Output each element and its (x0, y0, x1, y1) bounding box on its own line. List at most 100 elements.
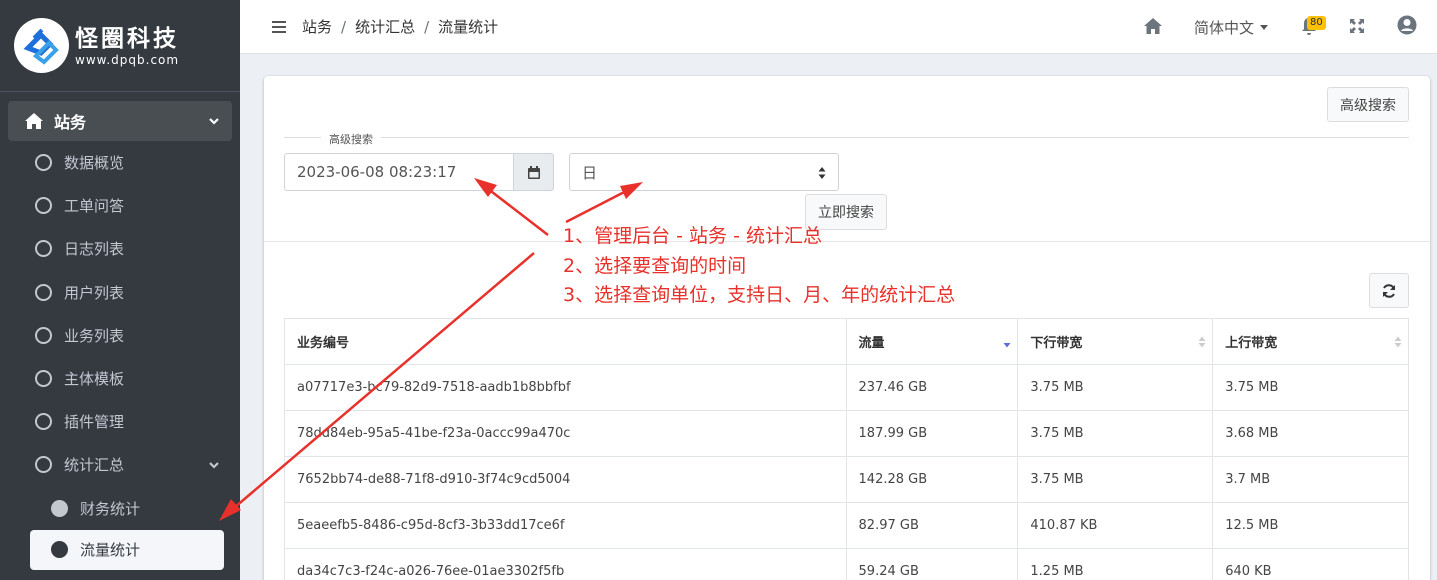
sidebar-item-services[interactable]: 业务列表 (8, 314, 232, 357)
calendar-icon (527, 165, 540, 179)
sidebar-item-label: 业务列表 (64, 326, 125, 345)
circle-icon (35, 283, 52, 301)
sidebar-item-logs[interactable]: 日志列表 (8, 227, 232, 270)
sidebar-item-label: 工单问答 (64, 197, 125, 216)
brand-url: www.dpqb.com (75, 52, 180, 67)
calendar-button[interactable] (514, 153, 554, 191)
column-label: 下行带宽 (1030, 336, 1083, 351)
chevron-down-icon (209, 118, 219, 125)
table-row: da34c7c3-f24c-a026-76ee-01ae3302f5fb 59.2… (284, 548, 1409, 580)
cell-uplink: 12.5 MB (1212, 502, 1409, 549)
notification-badge: 80 (1307, 16, 1326, 30)
sidebar-item-overview[interactable]: 数据概览 (8, 141, 232, 184)
circle-icon (35, 413, 52, 431)
circle-icon (35, 456, 52, 474)
logo-icon (14, 18, 69, 73)
unit-select[interactable]: 日 (569, 153, 839, 191)
cell-traffic: 237.46 GB (845, 364, 1019, 411)
traffic-stats-card: 高级搜索 高级搜索 2023-06-08 08:23:17 日 立即搜索 业务编… (264, 76, 1430, 580)
language-dropdown[interactable]: 简体中文 (1194, 17, 1269, 38)
cell-uplink: 640 KB (1212, 548, 1409, 580)
table-row: 5eaeefb5-8486-c95d-8cf3-3b33dd17ce6f 82.9… (284, 502, 1409, 549)
cell-service-id: da34c7c3-f24c-a026-76ee-01ae3302f5fb (284, 548, 847, 580)
cell-traffic: 142.28 GB (845, 456, 1019, 503)
sidebar-item-finance-stats[interactable]: 财务统计 (8, 487, 232, 530)
table-row: 78dd84eb-95a5-41be-f23a-0accc99a470c 187.… (284, 410, 1409, 457)
fieldset-divider (284, 137, 1409, 138)
menu-toggle-icon[interactable] (272, 20, 286, 33)
sidebar-item-users[interactable]: 用户列表 (8, 271, 232, 314)
caret-down-icon (1260, 25, 1269, 30)
cell-downlink: 3.75 MB (1017, 410, 1214, 457)
breadcrumb: 站务 / 统计汇总 / 流量统计 (302, 16, 498, 37)
table-row: a07717e3-bc79-82d9-7518-aadb1b8bbfbf 237.… (284, 364, 1409, 411)
column-header-traffic[interactable]: 流量 (845, 318, 1019, 365)
unit-select-value: 日 (582, 163, 598, 182)
circle-icon (35, 154, 52, 172)
top-navbar: 站务 / 统计汇总 / 流量统计 简体中文 80 (240, 0, 1437, 54)
sidebar-item-label: 财务统计 (80, 499, 141, 518)
sidebar-item-label: 日志列表 (64, 240, 125, 259)
sidebar-item-traffic-stats[interactable]: 流量统计 (30, 529, 224, 570)
language-label: 简体中文 (1194, 19, 1255, 37)
circle-icon (35, 197, 52, 215)
breadcrumb-separator: / (341, 17, 347, 36)
column-label: 上行带宽 (1225, 336, 1278, 351)
sidebar-item-label: 流量统计 (80, 541, 141, 559)
brand-name: 怪圈科技 (75, 25, 179, 52)
column-label: 业务编号 (297, 336, 350, 351)
cell-downlink: 3.75 MB (1017, 456, 1214, 503)
column-header-uplink[interactable]: 上行带宽 (1212, 318, 1409, 365)
cell-service-id: a07717e3-bc79-82d9-7518-aadb1b8bbfbf (284, 364, 847, 411)
cell-service-id: 5eaeefb5-8486-c95d-8cf3-3b33dd17ce6f (284, 502, 847, 549)
dot-icon (51, 541, 68, 558)
sidebar-item-label: 用户列表 (64, 283, 125, 302)
sidebar-item-templates[interactable]: 主体模板 (8, 357, 232, 400)
annotation-step-2: 2、选择要查询的时间 (563, 255, 747, 277)
datetime-input[interactable]: 2023-06-08 08:23:17 (284, 153, 514, 191)
sidebar-item-tickets[interactable]: 工单问答 (8, 184, 232, 227)
sort-icon[interactable] (1394, 336, 1402, 348)
brand[interactable]: 怪圈科技 www.dpqb.com (0, 0, 240, 92)
refresh-button[interactable] (1369, 273, 1409, 308)
sidebar-item-statistics[interactable]: 统计汇总 (8, 443, 232, 486)
cell-service-id: 7652bb74-de88-71f8-d910-3f74c9cd5004 (284, 456, 847, 503)
circle-icon (35, 326, 52, 344)
fullscreen-icon[interactable] (1349, 18, 1365, 34)
cell-downlink: 3.75 MB (1017, 364, 1214, 411)
column-label: 流量 (858, 336, 885, 351)
advanced-search-button[interactable]: 高级搜索 (1327, 87, 1409, 122)
sort-desc-icon[interactable] (1003, 336, 1011, 348)
chevron-down-icon (209, 462, 219, 469)
home-icon[interactable] (1143, 16, 1163, 36)
table-header-row: 业务编号 流量 下行带宽 上行带宽 (284, 318, 1409, 365)
breadcrumb-item[interactable]: 统计汇总 (355, 16, 415, 37)
sidebar-nav: 站务 数据概览 工单问答 日志列表 用户列表 业务列表 主体模板 插件管理 统计… (0, 92, 240, 570)
dot-icon (51, 499, 68, 517)
cell-downlink: 1.25 MB (1017, 548, 1214, 580)
cell-uplink: 3.7 MB (1212, 456, 1409, 503)
breadcrumb-item[interactable]: 站务 (302, 16, 332, 37)
cell-traffic: 187.99 GB (845, 410, 1019, 457)
select-arrows-icon (818, 167, 826, 179)
sidebar-item-plugins[interactable]: 插件管理 (8, 400, 232, 443)
refresh-icon (1383, 283, 1395, 298)
breadcrumb-item: 流量统计 (438, 18, 499, 36)
cell-service-id: 78dd84eb-95a5-41be-f23a-0accc99a470c (284, 410, 847, 457)
column-header-service-id[interactable]: 业务编号 (284, 318, 847, 365)
column-header-downlink[interactable]: 下行带宽 (1017, 318, 1214, 365)
sidebar-item-station[interactable]: 站务 (8, 101, 232, 141)
annotation-step-3: 3、选择查询单位，支持日、月、年的统计汇总 (563, 284, 956, 306)
breadcrumb-separator: / (424, 17, 430, 36)
card-divider (264, 241, 1430, 242)
sidebar-item-label: 主体模板 (64, 370, 125, 389)
circle-icon (35, 370, 52, 388)
user-avatar-icon[interactable] (1397, 15, 1417, 35)
sidebar: 怪圈科技 www.dpqb.com 站务 数据概览 工单问答 日志列表 用户列表… (0, 0, 240, 580)
sidebar-item-label: 统计汇总 (64, 456, 125, 475)
cell-traffic: 82.97 GB (845, 502, 1019, 549)
sort-icon[interactable] (1198, 336, 1206, 348)
table-row: 7652bb74-de88-71f8-d910-3f74c9cd5004 142.… (284, 456, 1409, 503)
sidebar-item-label: 数据概览 (64, 154, 125, 173)
circle-icon (35, 240, 52, 258)
